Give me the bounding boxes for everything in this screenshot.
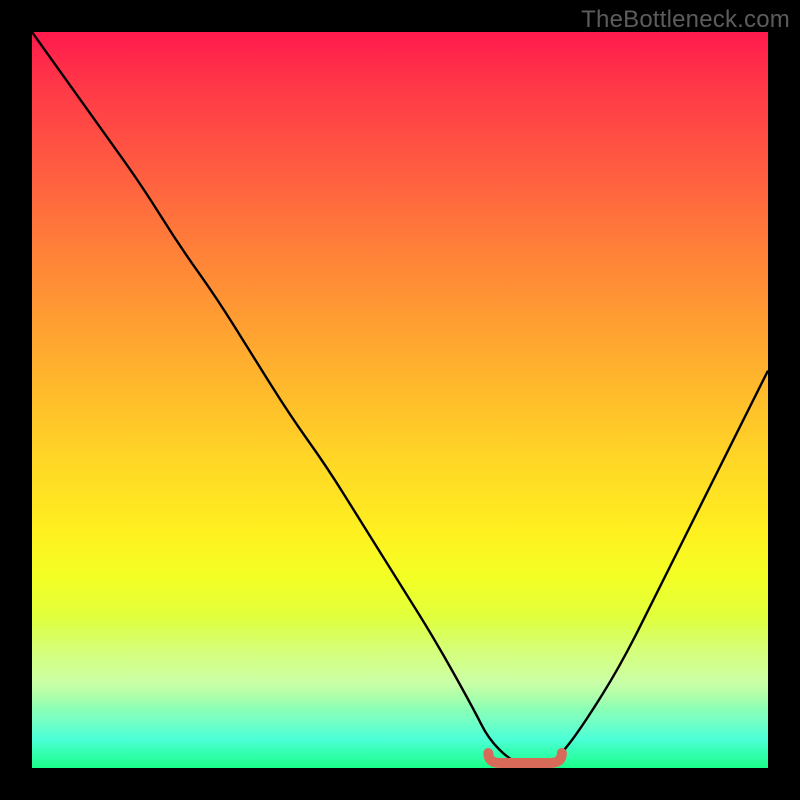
bottleneck-curve bbox=[32, 32, 768, 768]
plot-area bbox=[32, 32, 768, 768]
valley-marker bbox=[488, 753, 562, 763]
watermark-text: TheBottleneck.com bbox=[581, 6, 790, 34]
chart-frame: TheBottleneck.com bbox=[0, 0, 800, 800]
chart-svg bbox=[32, 32, 768, 768]
